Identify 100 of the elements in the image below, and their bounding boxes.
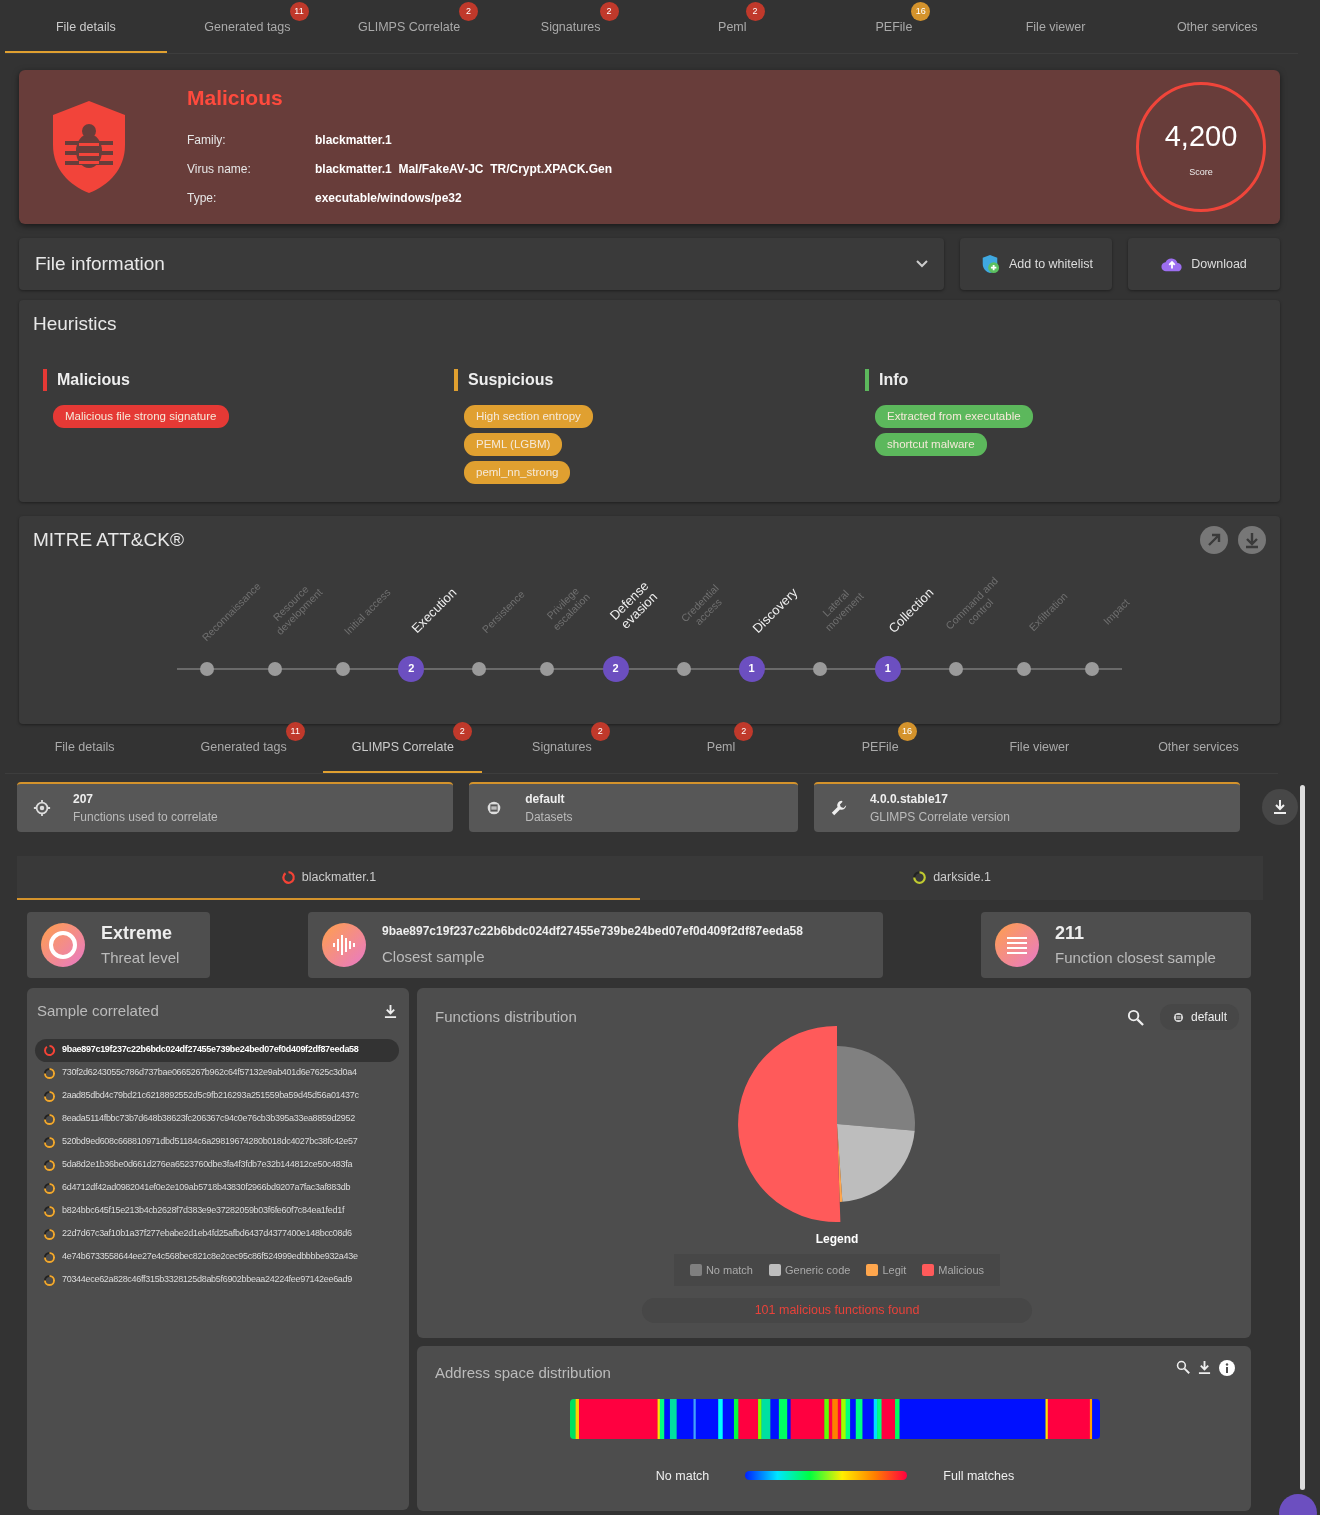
panel-title: Functions distribution bbox=[435, 1006, 578, 1027]
stat-label: Function closest sample bbox=[1055, 948, 1216, 969]
tactic-count[interactable]: 1 bbox=[738, 655, 765, 682]
tab[interactable]: GLIMPS Correlate 2 bbox=[323, 724, 483, 773]
ring-icon bbox=[43, 1204, 56, 1218]
info-label: GLIMPS Correlate version bbox=[869, 809, 1010, 826]
tab[interactable]: File details bbox=[5, 724, 165, 773]
field-value: blackmatter.1 Mal/FakeAV-JC TR/Crypt.XPACK.Gen bbox=[315, 160, 612, 178]
ring-icon bbox=[43, 1250, 56, 1264]
download-icon[interactable] bbox=[384, 1003, 397, 1019]
legend-label: Malicious bbox=[938, 1262, 985, 1278]
sample-item[interactable]: 70344ece62a828c46ff315b3328125d8ab5f6902bbeaa24224fee97142ee6ad9 bbox=[35, 1268, 399, 1292]
sample-item[interactable]: 520bd9ed608c668810971dbd51184c6a29819674280b018dc4027bc38fc42e57 bbox=[35, 1130, 399, 1154]
tab[interactable]: darkside.1 bbox=[640, 856, 1263, 900]
tactic-dot[interactable] bbox=[1016, 661, 1031, 676]
count-badge: 2 bbox=[734, 722, 754, 742]
heuristic-tag: High section entropy bbox=[464, 404, 593, 428]
chip-icon bbox=[1171, 1010, 1185, 1024]
tab[interactable]: PEFile 16 bbox=[800, 724, 960, 773]
sample-item[interactable]: 6d4712df42ad0982041ef0e2e109ab5718b43830f2966bd9207a7fac3af883db bbox=[35, 1176, 399, 1200]
tab[interactable]: Peml 2 bbox=[641, 724, 801, 773]
tab[interactable]: Signatures 2 bbox=[482, 724, 642, 773]
tactic-dot[interactable] bbox=[336, 661, 351, 676]
stat-value: Extreme bbox=[101, 922, 174, 946]
tactic-count[interactable]: 1 bbox=[874, 655, 901, 682]
stat-label: Threat level bbox=[101, 948, 180, 969]
download-icon[interactable] bbox=[1198, 1360, 1211, 1375]
stat-label: Closest sample bbox=[382, 946, 486, 967]
count-badge: 16 bbox=[897, 722, 917, 742]
sample-item[interactable]: 9bae897c19f237c22b6bdc024df27455e739be24bed07ef0d409f2df87eeda58 bbox=[35, 1038, 399, 1062]
tab[interactable]: File viewer bbox=[974, 4, 1137, 53]
sample-item[interactable]: 4e74b6733558644ee27e4c568bec821c8e2cec95c86f524999edbbbbe932a43e bbox=[35, 1245, 399, 1269]
count-badge: 16 bbox=[911, 2, 931, 22]
field-value: blackmatter.1 bbox=[315, 131, 392, 149]
tab[interactable]: File viewer bbox=[959, 724, 1119, 773]
tactic-dot[interactable] bbox=[200, 661, 215, 676]
tab[interactable]: PEFile 16 bbox=[813, 4, 975, 53]
tactic-count[interactable]: 2 bbox=[398, 655, 425, 682]
tactic-dot[interactable] bbox=[948, 661, 963, 676]
dataset-button[interactable]: default bbox=[1159, 1004, 1239, 1030]
count-badge: 11 bbox=[289, 2, 309, 22]
tab[interactable]: Other services bbox=[1118, 724, 1278, 773]
score-label: Score bbox=[1189, 166, 1213, 179]
score-value: 4,200 bbox=[1164, 118, 1238, 154]
search-icon[interactable] bbox=[1126, 1008, 1144, 1026]
waveform-icon bbox=[322, 923, 366, 967]
download-button[interactable] bbox=[1262, 789, 1298, 825]
info-icon[interactable] bbox=[1219, 1360, 1235, 1376]
tab[interactable]: File details bbox=[5, 4, 167, 53]
count-badge: 2 bbox=[590, 722, 610, 742]
heuristic-tag: PEML (LGBM) bbox=[464, 432, 563, 456]
tab[interactable]: Signatures 2 bbox=[489, 4, 652, 53]
sample-item[interactable]: b824bbc645f15e213b4cb2628f7d383e9e37282059b03f6fe60f7c84ea1fed1f bbox=[35, 1199, 399, 1223]
panel-title: Address space distribution bbox=[435, 1363, 612, 1383]
sample-item[interactable]: 8eada5114fbbc73b7d648b38623fc206367c94c0e76cb3b395a33ea8859d2952 bbox=[35, 1107, 399, 1131]
search-icon[interactable] bbox=[1176, 1360, 1190, 1374]
ring-icon bbox=[43, 1227, 56, 1241]
tactic-dot[interactable] bbox=[676, 661, 691, 676]
count-badge: 2 bbox=[599, 2, 619, 22]
heuristic-tag: Extracted from executable bbox=[875, 404, 1033, 428]
heuristic-tag: Malicious file strong signature bbox=[53, 404, 229, 428]
heuristic-tag: shortcut malware bbox=[875, 432, 987, 456]
tab[interactable]: Peml 2 bbox=[651, 4, 814, 53]
external-link-icon[interactable] bbox=[1200, 526, 1228, 555]
count-badge: 2 bbox=[745, 2, 765, 22]
file-information-header[interactable]: File information bbox=[19, 238, 944, 290]
action-button[interactable]: Download bbox=[1128, 238, 1280, 290]
scrollbar[interactable] bbox=[1300, 785, 1305, 1490]
tactic-dot[interactable] bbox=[812, 661, 827, 676]
sample-item[interactable]: 5da8d2e1b36be0d661d276ea6523760dbe3fa4f3fdb7e32b144812ce50c483fa bbox=[35, 1153, 399, 1177]
tab[interactable]: Other services bbox=[1136, 4, 1298, 53]
legend-label: Generic code bbox=[784, 1262, 851, 1278]
field-label: Type: bbox=[187, 189, 218, 207]
ring-icon bbox=[43, 1112, 56, 1126]
sample-item[interactable]: 730f2d6243055c786d737bae0665267b962c64f57132e9ab401d6e7625c3d0a4 bbox=[35, 1061, 399, 1085]
field-label: Family: bbox=[187, 131, 227, 149]
tab[interactable]: GLIMPS Correlate 2 bbox=[328, 4, 490, 53]
tactic-dot[interactable] bbox=[540, 661, 555, 676]
tab[interactable]: Generated tags 11 bbox=[164, 724, 324, 773]
heatmap-stripe bbox=[770, 1398, 780, 1439]
info-label: Functions used to correlate bbox=[73, 809, 218, 826]
tactic-dot[interactable] bbox=[472, 661, 487, 676]
action-button[interactable]: Add to whitelist bbox=[960, 238, 1112, 290]
group-title: Suspicious bbox=[454, 368, 855, 391]
sample-item[interactable]: 22d7d67c3af10b1a37f277ebabe2d1eb4fd25afbd6437d4377400e148bcc08d6 bbox=[35, 1222, 399, 1246]
tactic-count[interactable]: 2 bbox=[602, 655, 629, 682]
field-value: executable/windows/pe32 bbox=[315, 189, 462, 207]
group-title: Info bbox=[865, 368, 1266, 391]
ring-icon bbox=[43, 1181, 56, 1195]
ring-icon bbox=[43, 1089, 56, 1103]
tactic-dot[interactable] bbox=[268, 661, 283, 676]
ring-icon bbox=[43, 1066, 56, 1080]
sample-item[interactable]: 2aad85dbd4c79bd21c6218892552d5c9fb216293a251559ba59d45d56a01437c bbox=[35, 1084, 399, 1108]
tab[interactable]: Generated tags 11 bbox=[166, 4, 329, 53]
scale-label: Full matches bbox=[943, 1467, 1015, 1485]
tab[interactable]: blackmatter.1 bbox=[17, 856, 640, 900]
tactic-dot[interactable] bbox=[1085, 661, 1100, 676]
section-title: Heuristics bbox=[33, 312, 118, 336]
ring-icon bbox=[43, 1158, 56, 1172]
info-value: 207 bbox=[73, 791, 95, 808]
